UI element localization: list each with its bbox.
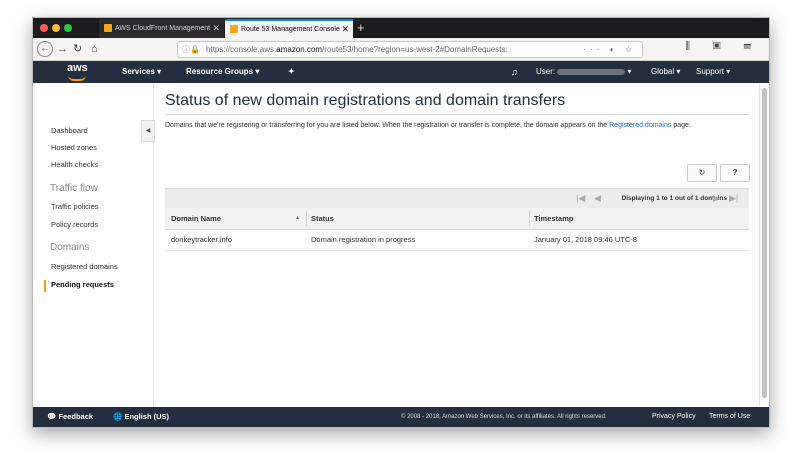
- feedback-icon: 💬: [47, 412, 57, 421]
- column-separator: [529, 211, 530, 226]
- column-separator: [306, 211, 307, 226]
- main-content: Status of new domain registrations and d…: [154, 84, 759, 406]
- user-menu[interactable]: User: ▾: [536, 61, 631, 83]
- home-icon[interactable]: ⌂: [91, 41, 98, 57]
- resource-groups-menu[interactable]: Resource Groups ▾: [186, 61, 259, 83]
- sort-ascending-icon[interactable]: ▲: [295, 208, 300, 229]
- aws-smile-icon: [68, 75, 86, 81]
- language-selector[interactable]: 🌐 English (US): [113, 407, 169, 427]
- tab-close-icon[interactable]: ✕: [212, 19, 220, 38]
- forward-arrow-icon[interactable]: →: [57, 41, 68, 57]
- pagination-text: Displaying 1 to 1 out of 1 domains: [621, 195, 727, 202]
- sidebar-item-traffic-policies[interactable]: Traffic policies: [51, 202, 99, 211]
- copyright-text: © 2008 - 2018, Amazon Web Services, Inc.…: [401, 414, 607, 420]
- collapse-sidebar-icon[interactable]: ◀: [141, 120, 155, 142]
- pagination-bar: |◀ ◀ Displaying 1 to 1 out of 1 domains …: [165, 188, 749, 208]
- table-row[interactable]: donkeytracker.info Domain registration i…: [165, 229, 749, 251]
- browser-tab-cloudfront[interactable]: AWS CloudFront Management ✕: [99, 19, 224, 38]
- tab-label: AWS CloudFront Management: [115, 25, 211, 32]
- vertical-scrollbar[interactable]: [759, 84, 769, 406]
- close-window-button[interactable]: [40, 24, 48, 32]
- next-page-icon[interactable]: ▶: [713, 189, 720, 208]
- scrollbar-thumb[interactable]: [762, 88, 767, 398]
- first-page-icon[interactable]: |◀: [576, 189, 585, 208]
- last-page-icon[interactable]: ▶|: [729, 189, 738, 208]
- sidebar-item-dashboard[interactable]: Dashboard: [51, 126, 88, 135]
- cell-domain-name: donkeytracker.info: [171, 235, 232, 244]
- registered-domains-link[interactable]: Registered domains: [609, 122, 671, 129]
- sidebar-section-traffic-flow: Traffic flow: [50, 183, 98, 194]
- support-menu[interactable]: Support ▾: [696, 61, 730, 83]
- minimize-window-button[interactable]: [52, 24, 60, 32]
- column-header-domain-name[interactable]: Domain Name: [171, 208, 221, 229]
- sidebar-section-domains: Domains: [50, 242, 90, 253]
- prev-page-icon[interactable]: ◀: [594, 189, 601, 208]
- refresh-button[interactable]: ↻: [687, 164, 717, 182]
- aws-logo[interactable]: aws: [67, 63, 88, 81]
- sidebar: Dashboard Hosted zones Health checks Tra…: [33, 84, 155, 406]
- aws-favicon-icon: [104, 24, 112, 32]
- page-description: Domains that we're registering or transf…: [165, 122, 691, 129]
- redacted-username: [557, 68, 626, 75]
- browser-titlebar: AWS CloudFront Management ✕ Route 53 Man…: [33, 18, 769, 38]
- url-text: https://console.aws.amazon.com/route53/h…: [206, 45, 508, 54]
- tab-close-icon[interactable]: ✕: [341, 21, 349, 38]
- library-menu-icon[interactable]: ⫼ ▣ ☰: [685, 41, 761, 52]
- new-tab-button[interactable]: +: [357, 18, 365, 38]
- cell-status: Domain registration in progress: [311, 235, 416, 244]
- column-header-timestamp[interactable]: Timestamp: [534, 208, 573, 229]
- terms-of-use-link[interactable]: Terms of Use: [709, 407, 750, 427]
- sidebar-item-policy-records[interactable]: Policy records: [51, 220, 98, 229]
- column-header-status[interactable]: Status: [311, 208, 334, 229]
- browser-tab-route53[interactable]: Route 53 Management Console ✕: [225, 19, 353, 38]
- page-actions-icon[interactable]: ··· ◐ ☆: [584, 42, 636, 57]
- region-menu[interactable]: Global ▾: [651, 61, 680, 83]
- table-header: Domain Name ▲ Status Timestamp: [165, 208, 749, 230]
- back-arrow-icon[interactable]: ←: [37, 41, 53, 57]
- active-indicator: [44, 280, 46, 292]
- aws-nav-bar: aws Services ▾ Resource Groups ▾ ✦ ♫ Use…: [33, 61, 769, 83]
- feedback-link[interactable]: 💬 Feedback: [47, 407, 93, 427]
- lock-icon: ⓘ🔒: [182, 45, 200, 54]
- tab-label: Route 53 Management Console: [241, 26, 340, 33]
- page-title: Status of new domain registrations and d…: [165, 92, 566, 109]
- zoom-window-button[interactable]: [64, 24, 72, 32]
- browser-window: AWS CloudFront Management ✕ Route 53 Man…: [32, 17, 770, 428]
- help-button[interactable]: ?: [720, 164, 750, 182]
- services-menu[interactable]: Services ▾: [122, 61, 161, 83]
- bell-icon[interactable]: ♫: [511, 61, 518, 83]
- console-footer: 💬 Feedback 🌐 English (US) © 2008 - 2018,…: [33, 407, 769, 427]
- sidebar-item-pending-requests[interactable]: Pending requests: [51, 280, 114, 289]
- sidebar-item-health-checks[interactable]: Health checks: [51, 160, 98, 169]
- url-bar[interactable]: ⓘ🔒 https://console.aws.amazon.com/route5…: [177, 41, 643, 58]
- globe-icon: 🌐: [113, 412, 123, 421]
- privacy-policy-link[interactable]: Privacy Policy: [652, 407, 696, 427]
- cell-timestamp: January 01, 2018 09:46 UTC-8: [534, 235, 637, 244]
- aws-favicon-icon: [230, 25, 238, 33]
- sidebar-item-registered-domains[interactable]: Registered domains: [51, 262, 118, 271]
- browser-toolbar: ← → ↻ ⌂ ⓘ🔒 https://console.aws.amazon.co…: [33, 38, 769, 61]
- pin-icon[interactable]: ✦: [288, 61, 295, 83]
- sidebar-item-hosted-zones[interactable]: Hosted zones: [51, 143, 97, 152]
- divider: [165, 114, 749, 115]
- reload-icon[interactable]: ↻: [73, 41, 82, 57]
